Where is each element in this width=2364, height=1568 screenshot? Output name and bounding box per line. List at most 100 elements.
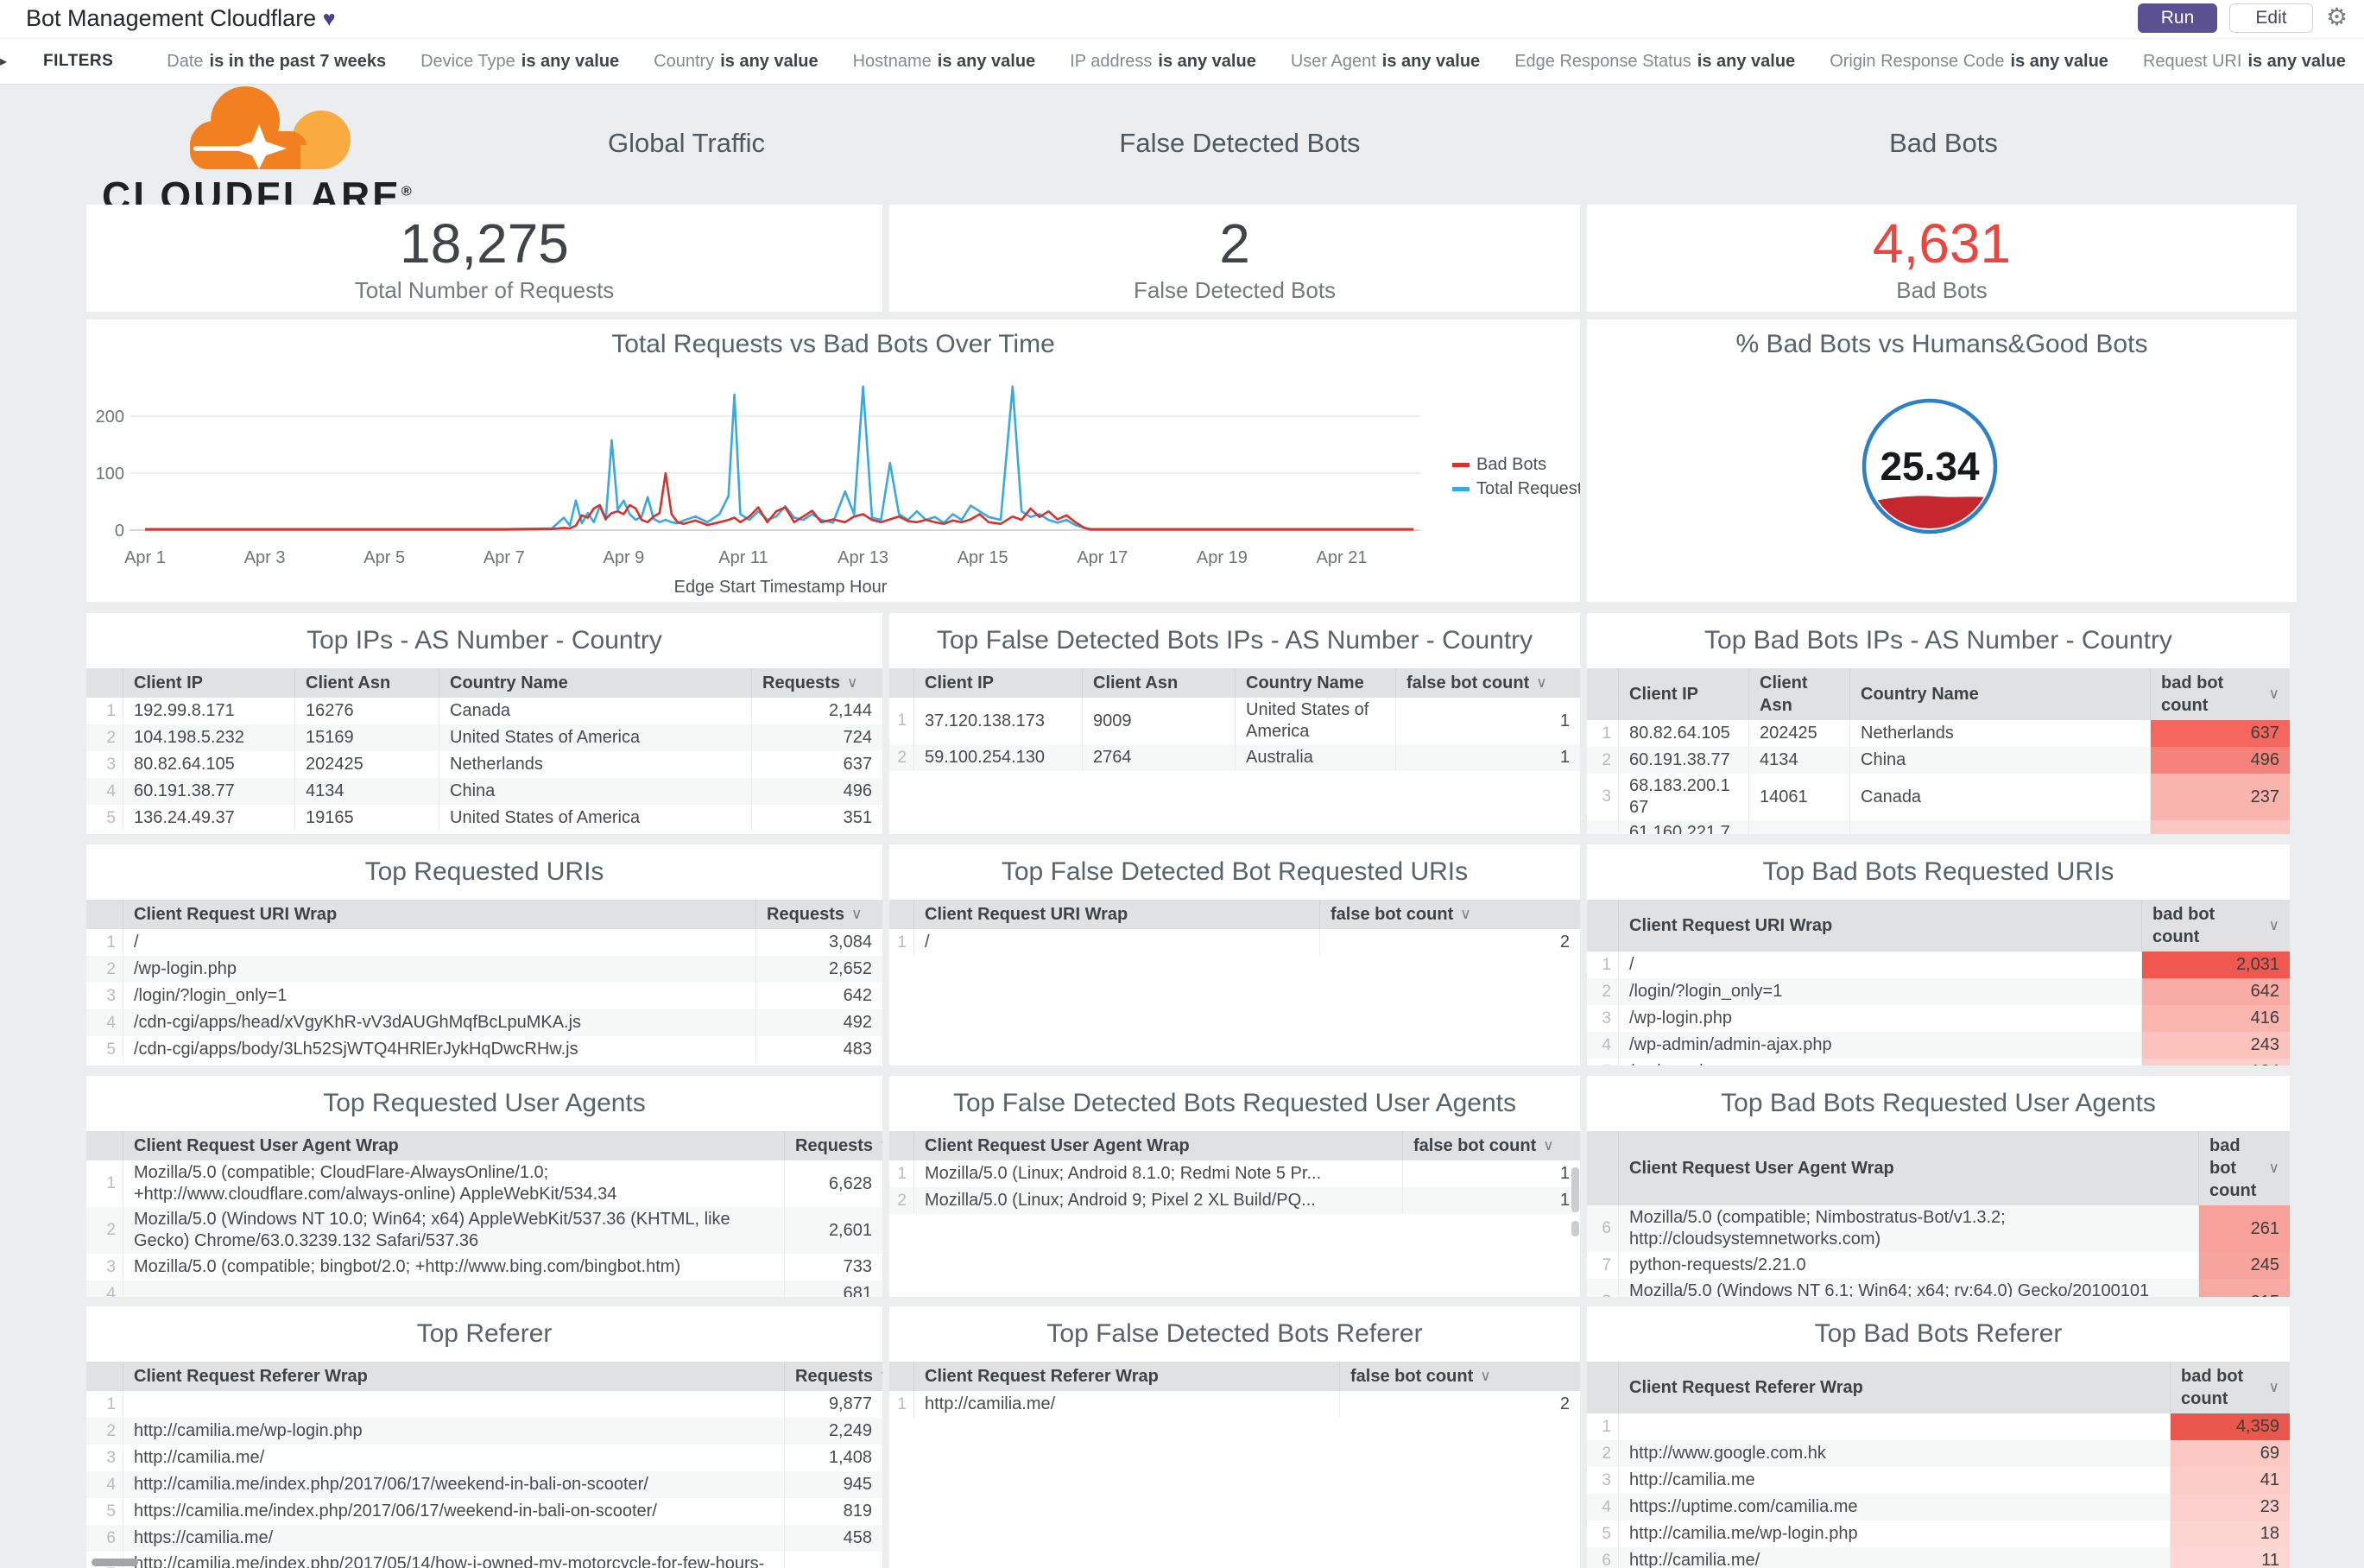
- scrollbar-thumb[interactable]: [1571, 1221, 1579, 1236]
- table-row[interactable]: 3 http://camilia.me 41: [1587, 1467, 2290, 1494]
- column-header[interactable]: Client Request User Agent Wrap: [123, 1131, 784, 1160]
- table-row[interactable]: 2 Mozilla/5.0 (Linux; Android 9; Pixel 2 …: [889, 1187, 1580, 1214]
- legend-label[interactable]: Total Requests: [1476, 479, 1580, 498]
- table-row[interactable]: 4 https://uptime.com/camilia.me 23: [1587, 1494, 2290, 1521]
- filter-item[interactable]: Origin Response Code is any value: [1830, 52, 2108, 71]
- table-row[interactable]: 2 104.198.5.232 15169 United States of Amer…: [86, 724, 882, 751]
- table-row[interactable]: 3/login/?login_only=1 642: [86, 983, 882, 1009]
- column-header[interactable]: false bot count ∨: [1395, 668, 1580, 698]
- table-row[interactable]: 3 68.183.200.167 14061 Canada 237: [1587, 774, 2290, 820]
- column-header[interactable]: false bot count ∨: [1402, 1131, 1580, 1160]
- column-header[interactable]: bad bot count ∨: [2141, 900, 2290, 952]
- filter-item[interactable]: Hostname is any value: [853, 52, 1036, 71]
- card-title: Top IPs - AS Number - Country: [307, 626, 662, 654]
- table-row[interactable]: 5/xmlrpc.php124: [1587, 1059, 2290, 1065]
- filter-item[interactable]: Request URI is any value: [2143, 52, 2346, 71]
- table-row[interactable]: 7http://camilia.me/index.php/2017/05/14/…: [86, 1552, 882, 1568]
- table-row[interactable]: 2 http://camilia.me/wp-login.php 2,249: [86, 1418, 882, 1445]
- scrollbar-thumb[interactable]: [1571, 1167, 1579, 1212]
- filter-item[interactable]: Country is any value: [654, 52, 818, 71]
- table-row[interactable]: 5 136.24.49.37 19165 United States of Ameri…: [86, 805, 882, 831]
- edit-button[interactable]: Edit: [2229, 3, 2313, 33]
- table-row[interactable]: 7 python-requests/2.21.0 245: [1587, 1252, 2290, 1279]
- table-header-row: Client Request URI Wrap Requests ∨: [86, 900, 882, 929]
- table-row[interactable]: 1 http://camilia.me/2: [889, 1391, 1580, 1418]
- filter-item[interactable]: IP address is any value: [1070, 52, 1256, 71]
- table-row[interactable]: 2 Mozilla/5.0 (Windows NT 10.0; Win64; x6…: [86, 1207, 882, 1254]
- gear-icon[interactable]: ⚙: [2326, 3, 2348, 31]
- column-header[interactable]: Client IP: [1618, 668, 1748, 720]
- table-row[interactable]: 2 60.191.38.77 4134 China 496: [1587, 747, 2290, 774]
- column-header[interactable]: Requests∨: [751, 668, 882, 698]
- table-row[interactable]: 4 60.191.38.77 4134 China 496: [86, 778, 882, 805]
- column-header[interactable]: Client IP: [123, 668, 294, 698]
- column-header[interactable]: Client Asn: [1748, 668, 1849, 720]
- column-header[interactable]: Client Request User Agent Wrap: [1618, 1131, 2198, 1205]
- table-cell: Netherlands: [439, 751, 751, 778]
- column-header[interactable]: Client Request URI Wrap: [913, 900, 1319, 929]
- table-row[interactable]: 6 http://camilia.me/11: [1587, 1547, 2290, 1568]
- table-row[interactable]: 4/wp-admin/admin-ajax.php 243: [1587, 1032, 2290, 1059]
- column-header[interactable]: Client Asn: [1082, 668, 1235, 698]
- table-row[interactable]: 4 http://camilia.me/index.php/2017/06/17/…: [86, 1471, 882, 1498]
- table-row[interactable]: 6 https://camilia.me/458: [86, 1525, 882, 1552]
- table-row[interactable]: 8Mozilla/5.0 (Windows NT 6.1; Win64; x64…: [1587, 1279, 2290, 1297]
- column-header[interactable]: Client IP: [913, 668, 1082, 698]
- table-row[interactable]: 1 80.82.64.105 202425 Netherlands 637: [1587, 720, 2290, 747]
- run-button[interactable]: Run: [2138, 3, 2217, 33]
- table-row[interactable]: 2/login/?login_only=1 642: [1587, 978, 2290, 1005]
- table-row[interactable]: 3/wp-login.php 416: [1587, 1005, 2290, 1032]
- filters-label[interactable]: FILTERS: [43, 52, 113, 71]
- column-header[interactable]: Client Request Referer Wrap: [913, 1362, 1339, 1391]
- filter-item[interactable]: User Agent is any value: [1291, 52, 1480, 71]
- column-header[interactable]: false bot count ∨: [1319, 900, 1580, 929]
- scrollbar-thumb[interactable]: [92, 1559, 138, 1566]
- table-row[interactable]: 5 http://camilia.me/wp-login.php 18: [1587, 1521, 2290, 1547]
- table-row[interactable]: 1 Mozilla/5.0 (compatible; CloudFlare-Alw…: [86, 1160, 882, 1207]
- column-header[interactable]: Requests∨: [784, 1131, 882, 1160]
- table-row[interactable]: 2 http://www.google.com.hk 69: [1587, 1440, 2290, 1467]
- table-row[interactable]: 4 681: [86, 1280, 882, 1297]
- table-row[interactable]: 1 /3,084: [86, 929, 882, 956]
- column-header[interactable]: Country Name: [439, 668, 751, 698]
- table-row[interactable]: 1 37.120.138.173 9009 United States of Amer…: [889, 698, 1580, 744]
- legend-swatch: [1452, 487, 1470, 491]
- filter-item[interactable]: Device Type is any value: [420, 52, 619, 71]
- table-row[interactable]: 1 Mozilla/5.0 (Linux; Android 8.1.0; Redm…: [889, 1160, 1580, 1187]
- table-row[interactable]: 4/cdn-cgi/apps/head/xVgyKhR-vV3dAUGhMqfB…: [86, 1009, 882, 1036]
- column-header[interactable]: Client Request User Agent Wrap: [913, 1131, 1402, 1160]
- column-header[interactable]: Requests∨: [755, 900, 882, 929]
- table-row[interactable]: 5/cdn-cgi/apps/body/3Lh52SjWTQ4HRlErJykH…: [86, 1036, 882, 1063]
- table-row[interactable]: 1 /2,031: [1587, 952, 2290, 978]
- column-header[interactable]: Country Name: [1235, 668, 1395, 698]
- table-row[interactable]: 6 Mozilla/5.0 (compatible; Nimbostratus-B…: [1587, 1205, 2290, 1252]
- filter-item[interactable]: Date is in the past 7 weeks: [167, 52, 386, 71]
- column-header[interactable]: Client Request URI Wrap: [1618, 900, 2141, 952]
- table-row[interactable]: 1 9,877: [86, 1391, 882, 1418]
- filter-item[interactable]: Edge Response Status is any value: [1514, 52, 1795, 71]
- table-row[interactable]: 2 59.100.254.130 2764 Australia 1: [889, 744, 1580, 771]
- column-header[interactable]: Country Name: [1849, 668, 2150, 720]
- column-header[interactable]: bad bot count ∨: [2150, 668, 2290, 720]
- table-row[interactable]: 5 https://camilia.me/index.php/2017/06/17…: [86, 1498, 882, 1525]
- legend-label[interactable]: Bad Bots: [1476, 455, 1546, 474]
- table-row[interactable]: 3 80.82.64.105 202425 Netherlands 637: [86, 751, 882, 778]
- table-row[interactable]: 1 192.99.8.171 16276 Canada 2,144: [86, 698, 882, 724]
- table-row[interactable]: 2/wp-login.php 2,652: [86, 956, 882, 983]
- y-axis-tick: 0: [115, 522, 124, 541]
- column-header[interactable]: Client Request Referer Wrap: [123, 1362, 784, 1391]
- column-header[interactable]: bad bot count ∨: [2198, 1131, 2290, 1205]
- table-row[interactable]: 461.160.221.7323650China144: [1587, 820, 2290, 834]
- table-row[interactable]: 3 http://camilia.me/1,408: [86, 1445, 882, 1471]
- table-row[interactable]: 1 /2: [889, 929, 1580, 956]
- column-header[interactable]: false bot count ∨: [1339, 1362, 1580, 1391]
- table-row[interactable]: 3 Mozilla/5.0 (compatible; bingbot/2.0; +…: [86, 1254, 882, 1280]
- column-header[interactable]: Requests∨: [784, 1362, 882, 1391]
- column-header[interactable]: Client Asn: [294, 668, 439, 698]
- column-header[interactable]: bad bot count ∨: [2170, 1362, 2290, 1413]
- column-header[interactable]: Client Request Referer Wrap: [1618, 1362, 2170, 1413]
- column-header[interactable]: Client Request URI Wrap: [123, 900, 755, 929]
- table-row[interactable]: 1 4,359: [1587, 1413, 2290, 1440]
- row-number-header: [1587, 1362, 1618, 1413]
- filters-expand-icon[interactable]: ▸: [0, 53, 7, 70]
